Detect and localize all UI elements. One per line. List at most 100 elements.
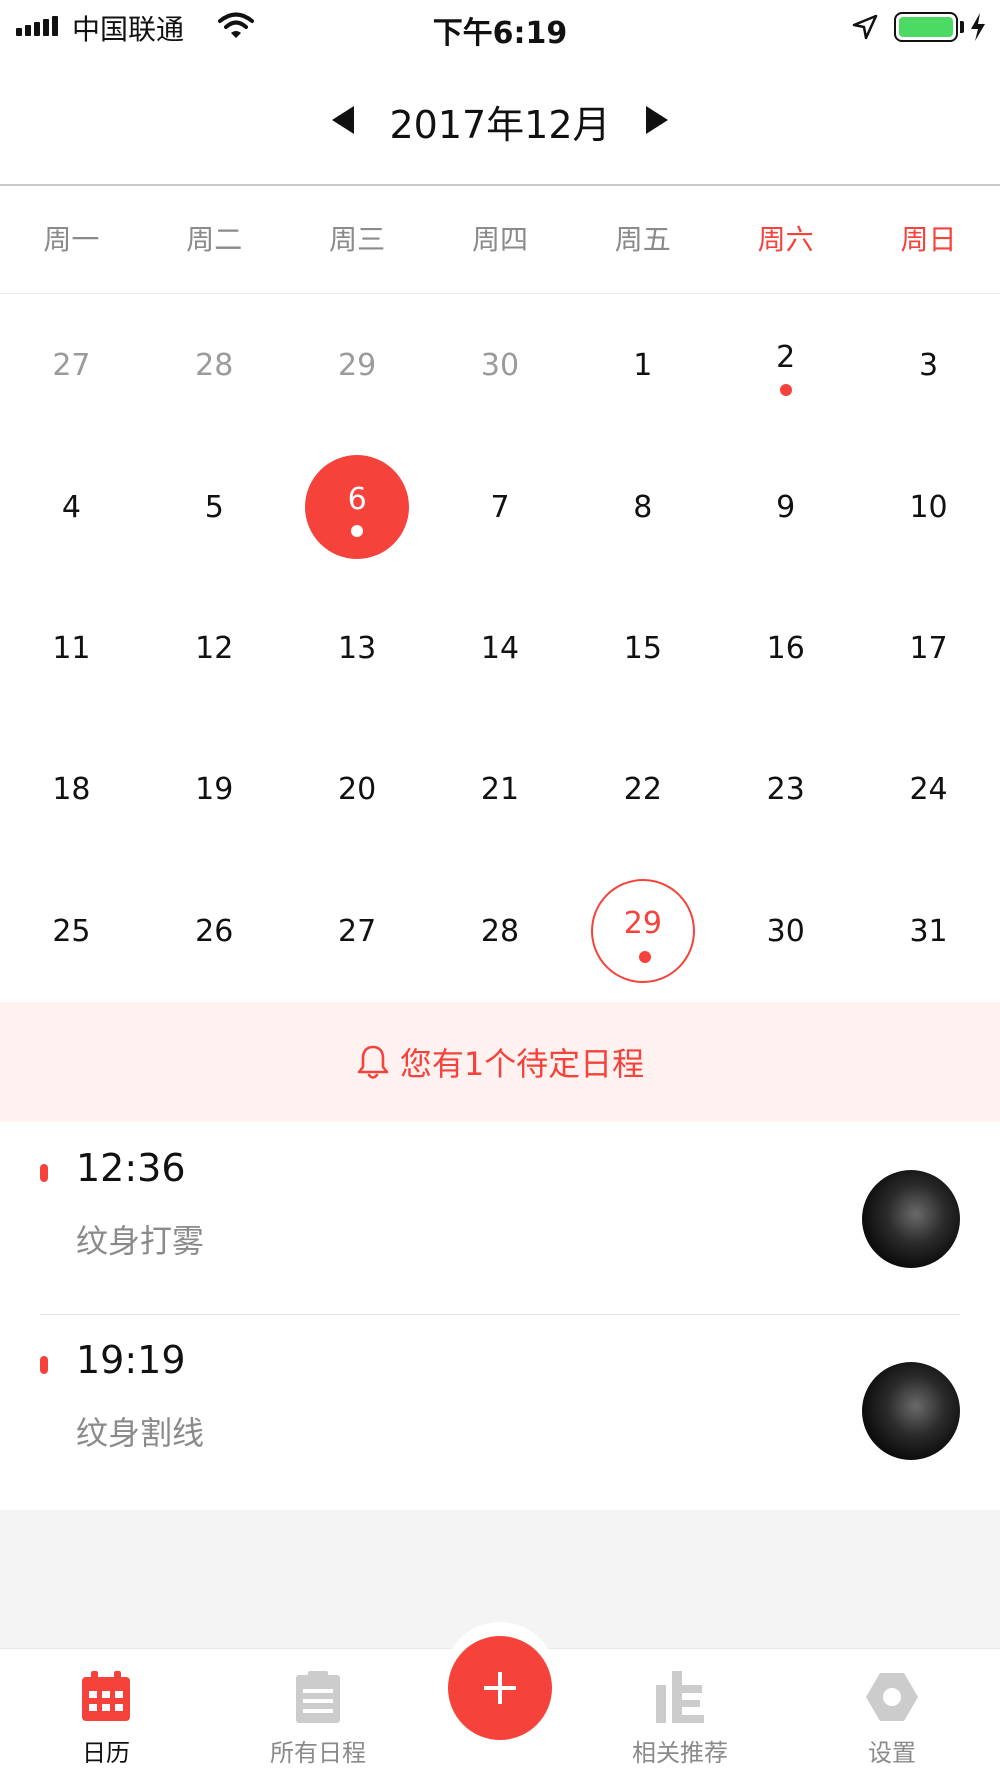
calendar-day-circle: 24 [877, 738, 981, 842]
calendar-day[interactable]: 2 [714, 295, 857, 436]
calendar-day[interactable]: 30 [429, 295, 572, 436]
calendar-day[interactable]: 20 [286, 719, 429, 860]
calendar-day-number: 19 [195, 772, 234, 808]
calendar-day[interactable]: 28 [143, 295, 286, 436]
calendar-day-circle: 16 [734, 596, 838, 700]
calendar-day[interactable]: 25 [0, 861, 143, 1002]
calendar-day[interactable]: 22 [571, 719, 714, 860]
calendar-day-circle: 25 [19, 879, 123, 983]
calendar-day-circle: 27 [19, 314, 123, 418]
calendar-day[interactable]: 7 [429, 436, 572, 577]
event-item[interactable]: 12:36 纹身打雾 [0, 1122, 1000, 1315]
tab-settings[interactable]: 设置 [822, 1649, 962, 1778]
calendar-day-circle: 15 [591, 596, 695, 700]
calendar-day-number: 11 [52, 630, 91, 666]
pending-events-banner[interactable]: 您有1个待定日程 [0, 1002, 1000, 1122]
calendar-day[interactable]: 3 [857, 295, 1000, 436]
calendar-day-circle: 20 [305, 738, 409, 842]
calendar-day[interactable]: 30 [714, 861, 857, 1002]
calendar-day[interactable]: 13 [286, 578, 429, 719]
calendar-day-number: 15 [623, 630, 662, 666]
battery-icon [894, 12, 958, 42]
location-arrow-icon [852, 14, 878, 40]
clipboard-list-icon [296, 1671, 340, 1723]
weekday-label: 周四 [471, 223, 528, 256]
calendar-day-number: 29 [338, 348, 377, 384]
calendar-day[interactable]: 12 [143, 578, 286, 719]
calendar-day-selected[interactable]: 6 [286, 436, 429, 577]
calendar-day-number: 7 [490, 489, 510, 525]
tab-all-events[interactable]: 所有日程 [248, 1649, 388, 1778]
calendar-day-number: 12 [195, 630, 234, 666]
calendar-day-number: 17 [909, 630, 948, 666]
calendar-day[interactable]: 14 [429, 578, 572, 719]
calendar-day[interactable]: 27 [0, 295, 143, 436]
calendar-day-circle: 5 [162, 455, 266, 559]
calendar-day-number: 25 [52, 913, 91, 949]
calendar-day-number: 30 [766, 913, 805, 949]
calendar-day[interactable]: 27 [286, 861, 429, 1002]
plus-icon [484, 1672, 516, 1704]
calendar-day-number: 9 [776, 489, 796, 525]
add-event-button[interactable] [448, 1636, 552, 1740]
calendar-day[interactable]: 19 [143, 719, 286, 860]
calendar-day[interactable]: 11 [0, 578, 143, 719]
calendar-day-circle: 27 [305, 879, 409, 983]
calendar-day-circle: 6 [305, 455, 410, 560]
calendar-day-number: 5 [204, 489, 224, 525]
calendar-day-circle: 30 [448, 314, 552, 418]
event-indicator-dot [351, 525, 364, 538]
calendar-day[interactable]: 24 [857, 719, 1000, 860]
bell-icon [357, 1045, 389, 1079]
calendar-day-number: 1 [633, 348, 653, 384]
calendar-day[interactable]: 15 [571, 578, 714, 719]
weekday-label: 周一 [43, 223, 100, 256]
event-item[interactable]: 19:19 纹身割线 [0, 1316, 1000, 1508]
calendar-day[interactable]: 21 [429, 719, 572, 860]
calendar-day[interactable]: 31 [857, 861, 1000, 1002]
calendar-day[interactable]: 4 [0, 436, 143, 577]
calendar-day-circle: 28 [448, 879, 552, 983]
calendar-day-circle: 11 [19, 596, 123, 700]
weekday-label-sunday: 周日 [900, 223, 957, 256]
calendar-day[interactable]: 9 [714, 436, 857, 577]
calendar-day-circle: 28 [162, 314, 266, 418]
event-time: 12:36 [76, 1146, 186, 1190]
pending-events-text: 您有1个待定日程 [399, 1045, 645, 1083]
month-header: 2017年12月 [0, 80, 1000, 160]
calendar-day[interactable]: 18 [0, 719, 143, 860]
calendar-day-circle: 26 [162, 879, 266, 983]
calendar-day-circle: 18 [19, 738, 123, 842]
calendar-day[interactable]: 28 [429, 861, 572, 1002]
event-list: 12:36 纹身打雾 19:19 纹身割线 [0, 1122, 1000, 1510]
tab-calendar[interactable]: 日历 [36, 1649, 176, 1778]
calendar-day[interactable]: 26 [143, 861, 286, 1002]
weekday-header: 周一 周二 周三 周四 周五 周六 周日 [0, 186, 1000, 294]
event-divider [40, 1314, 960, 1315]
calendar-day-number: 20 [338, 772, 377, 808]
calendar-day-circle: 14 [448, 596, 552, 700]
calendar-day[interactable]: 16 [714, 578, 857, 719]
calendar-day-circle: 19 [162, 738, 266, 842]
weekday-label: 周三 [329, 223, 386, 256]
calendar-day-number: 29 [623, 905, 662, 941]
calendar-day-circle: 23 [734, 738, 838, 842]
weekday-label: 周五 [614, 223, 671, 256]
calendar-day-circle: 10 [877, 455, 981, 559]
recommend-icon [656, 1671, 704, 1723]
calendar-day-number: 24 [909, 772, 948, 808]
event-marker [40, 1356, 48, 1374]
calendar-day[interactable]: 17 [857, 578, 1000, 719]
calendar-day-today[interactable]: 29 [571, 861, 714, 1002]
calendar-day[interactable]: 1 [571, 295, 714, 436]
calendar-day[interactable]: 23 [714, 719, 857, 860]
calendar-day[interactable]: 10 [857, 436, 1000, 577]
calendar-day[interactable]: 5 [143, 436, 286, 577]
calendar-day-number: 16 [766, 630, 805, 666]
tab-recommend[interactable]: 相关推荐 [610, 1649, 750, 1778]
calendar-day[interactable]: 29 [286, 295, 429, 436]
next-month-button[interactable] [642, 102, 672, 138]
status-bar: 中国联通 下午6:19 [0, 0, 1000, 56]
calendar-day-circle: 12 [162, 596, 266, 700]
calendar-day[interactable]: 8 [571, 436, 714, 577]
